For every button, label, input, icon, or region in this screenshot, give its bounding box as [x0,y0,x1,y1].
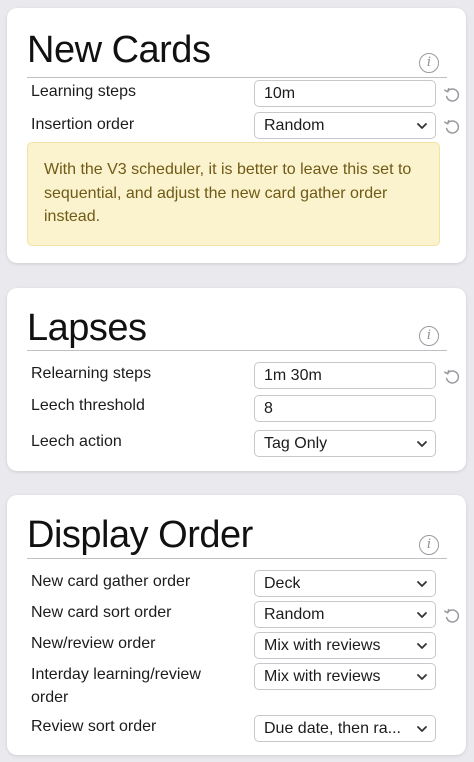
insertion-order-value: Random [264,117,325,134]
revert-icon[interactable] [440,364,464,388]
learning-steps-label: Learning steps [31,83,136,100]
lapses-section: Lapses i Relearning steps 1m 30m Leech t… [7,288,466,471]
info-icon[interactable]: i [419,53,439,73]
leech-action-select[interactable]: Tag Only [254,430,436,457]
gather-order-select[interactable]: Deck [254,570,436,597]
leech-threshold-input[interactable]: 8 [254,395,436,422]
interday-order-select[interactable]: Mix with reviews [254,663,436,690]
insertion-order-label: Insertion order [31,116,135,133]
leech-action-label: Leech action [31,433,122,450]
gather-order-value: Deck [264,575,301,592]
interday-order-label-line1: Interday learning/review [31,666,201,683]
new-review-order-label: New/review order [31,635,156,652]
revert-icon[interactable] [440,603,464,627]
section-title-new-cards: New Cards [27,29,211,71]
chevron-down-icon [417,726,427,732]
title-divider [27,77,447,78]
section-title-display-order: Display Order [27,514,253,556]
section-title-lapses: Lapses [27,307,147,349]
sort-order-value: Random [264,606,325,623]
leech-threshold-label: Leech threshold [31,397,145,414]
interday-order-value: Mix with reviews [264,668,381,685]
title-divider [27,558,447,559]
review-sort-order-value: Due date, then ra... [264,720,401,737]
review-sort-order-label: Review sort order [31,718,157,735]
chevron-down-icon [417,674,427,680]
chevron-down-icon [417,612,427,618]
revert-icon[interactable] [440,114,464,138]
v3-scheduler-warning: With the V3 scheduler, it is better to l… [27,142,440,246]
chevron-down-icon [417,123,427,129]
insertion-order-select[interactable]: Random [254,112,436,139]
review-sort-order-select[interactable]: Due date, then ra... [254,715,436,742]
learning-steps-input[interactable]: 10m [254,80,436,107]
chevron-down-icon [417,643,427,649]
info-icon[interactable]: i [419,535,439,555]
new-review-order-select[interactable]: Mix with reviews [254,632,436,659]
sort-order-select[interactable]: Random [254,601,436,628]
sort-order-label: New card sort order [31,604,172,621]
title-divider [27,350,447,351]
chevron-down-icon [417,441,427,447]
relearning-steps-label: Relearning steps [31,365,152,382]
display-order-section: Display Order i New card gather order De… [7,495,466,755]
info-icon[interactable]: i [419,326,439,346]
gather-order-label: New card gather order [31,573,191,590]
chevron-down-icon [417,581,427,587]
relearning-steps-input[interactable]: 1m 30m [254,362,436,389]
new-review-order-value: Mix with reviews [264,637,381,654]
new-cards-section: New Cards i Learning steps 10m Insertion… [7,8,466,263]
interday-order-label-line2: order [31,689,69,706]
revert-icon[interactable] [440,82,464,106]
leech-action-value: Tag Only [264,435,328,452]
